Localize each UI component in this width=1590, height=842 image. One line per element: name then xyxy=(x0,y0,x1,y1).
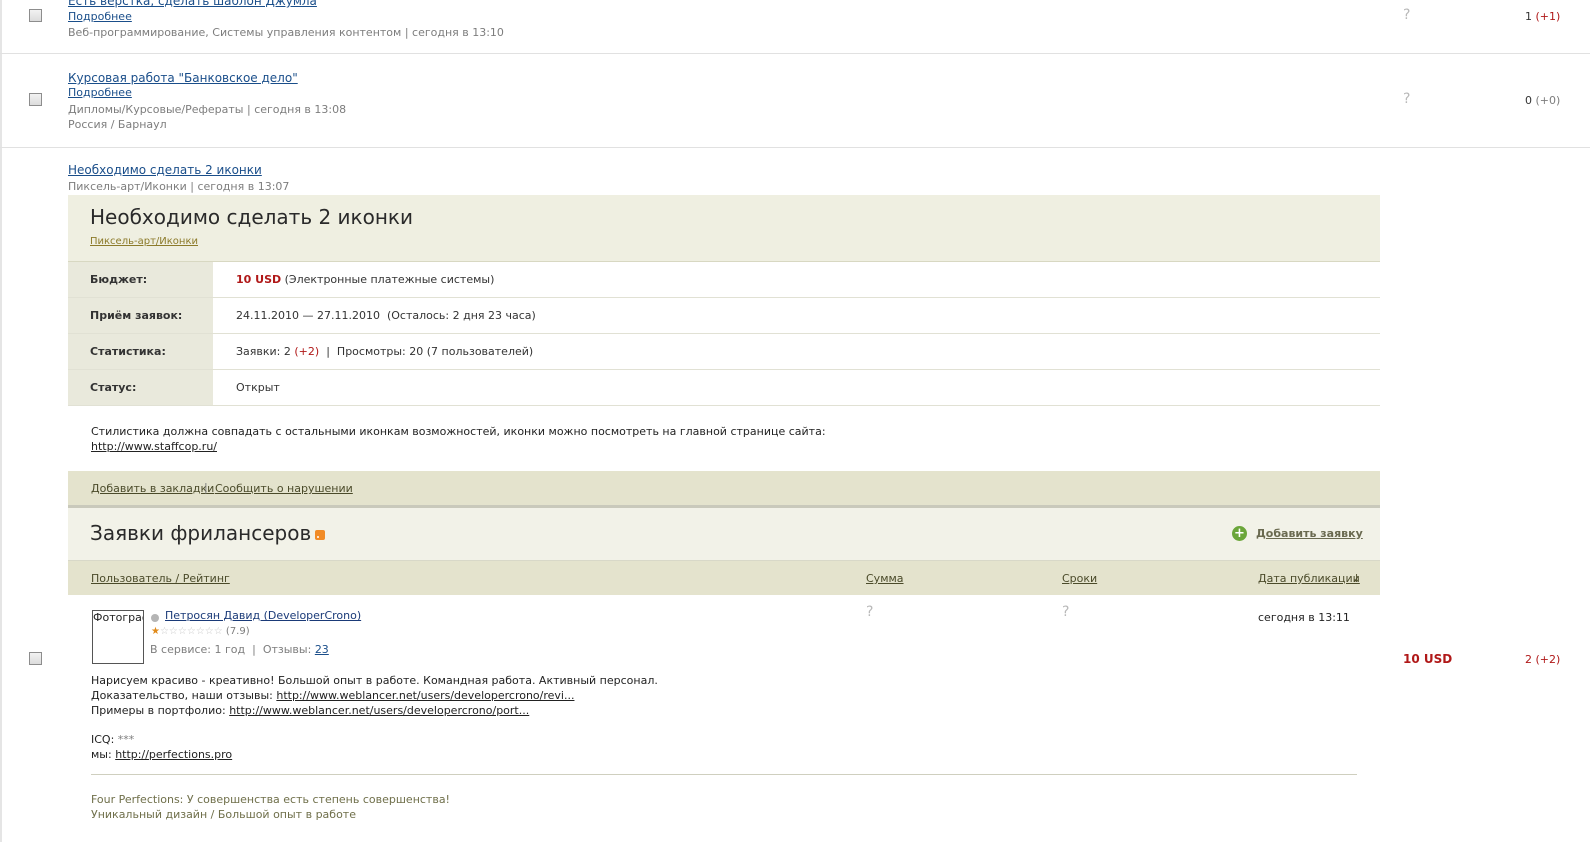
project-meta: Дипломы/Курсовые/Рефераты | сегодня в 13… xyxy=(68,103,347,116)
column-date[interactable]: Дата публикации xyxy=(1258,572,1360,585)
add-application-link[interactable]: Добавить заявку xyxy=(1256,527,1363,540)
status-label: Статус: xyxy=(90,381,137,394)
project-location: Россия / Барнаул xyxy=(68,118,167,131)
application-text-line: Примеры в портфолио: http://www.weblance… xyxy=(91,704,530,717)
bid-count-delta: (+1) xyxy=(1535,10,1561,23)
project-site-link[interactable]: http://www.staffcop.ru/ xyxy=(91,440,217,453)
applications-header: Заявки фрилансеров + Добавить заявку xyxy=(68,508,1380,561)
report-link[interactable]: Сообщить о нарушении xyxy=(215,482,353,495)
rss-icon[interactable] xyxy=(315,529,326,540)
bid-count-delta: (+0) xyxy=(1535,94,1561,107)
project-title-link[interactable]: Есть верстка, сделать шаблон Джумла xyxy=(68,0,317,8)
icq-line: ICQ: *** xyxy=(91,733,135,746)
avatar[interactable]: Фотограф xyxy=(92,610,144,664)
row-divider xyxy=(0,147,1590,148)
accept-label: Приём заявок: xyxy=(90,309,183,322)
applications-columns: Пользователь / Рейтинг Сумма Сроки Дата … xyxy=(68,561,1380,595)
budget-row: Бюджет: 10 USD (Электронные платежные си… xyxy=(68,262,1380,298)
project-meta: Веб-программирование, Системы управления… xyxy=(68,26,504,39)
sort-arrow-icon[interactable]: ↓ xyxy=(1352,572,1361,585)
bid-count: 2 (+2) xyxy=(1525,653,1560,666)
stats-label: Статистика: xyxy=(90,345,166,358)
applications-title: Заявки фрилансеров xyxy=(90,521,326,545)
application-date: сегодня в 13:11 xyxy=(1258,611,1350,624)
portfolio-url-link[interactable]: http://www.weblancer.net/users/developer… xyxy=(229,704,529,717)
more-link[interactable]: Подробнее xyxy=(68,86,132,99)
bid-count-main: 0 xyxy=(1525,94,1532,107)
status-value: Открыт xyxy=(236,381,280,394)
add-icon[interactable]: + xyxy=(1232,526,1247,541)
reviews-url-link[interactable]: http://www.weblancer.net/users/developer… xyxy=(276,689,574,702)
column-user-rating[interactable]: Пользователь / Рейтинг xyxy=(91,572,230,585)
project-budget-summary: 10 USD xyxy=(1403,652,1453,666)
signature-divider xyxy=(91,774,1357,775)
rating-value: (7.9) xyxy=(225,626,250,637)
term-question-icon: ? xyxy=(1062,604,1070,620)
accept-row: Приём заявок: 24.11.2010 — 27.11.2010 (О… xyxy=(68,298,1380,334)
project-title-link[interactable]: Курсовая работа "Банковское дело" xyxy=(68,71,298,85)
application-text-line: Доказательство, наши отзывы: http://www.… xyxy=(91,689,575,702)
page-left-border xyxy=(0,0,2,842)
project-description: Стилистика должна совпадать с остальными… xyxy=(91,425,826,438)
sum-question-icon: ? xyxy=(866,604,874,620)
site-url-link[interactable]: http://perfections.pro xyxy=(115,748,232,761)
budget-note: (Электронные платежные системы) xyxy=(284,273,495,286)
question-icon: ? xyxy=(1403,91,1411,107)
signature: Four Perfections: У совершенства есть ст… xyxy=(91,792,450,822)
project-title-link[interactable]: Необходимо сделать 2 иконки xyxy=(68,163,262,177)
budget-amount: 10 USD xyxy=(236,273,282,286)
select-checkbox[interactable] xyxy=(29,93,42,106)
stats-views: Просмотры: 20 (7 пользователей) xyxy=(336,345,534,358)
signature-line: Уникальный дизайн / Большой опыт в работ… xyxy=(91,808,356,821)
bid-count: 1 (+1) xyxy=(1525,10,1560,23)
column-sum[interactable]: Сумма xyxy=(866,572,904,585)
application-text: Нарисуем красиво - креативно! Большой оп… xyxy=(91,673,658,762)
project-actions-bar: Добавить в закладки | Сообщить о нарушен… xyxy=(68,471,1380,508)
status-row: Статус: Открыт xyxy=(68,370,1380,406)
project-panel-title: Необходимо сделать 2 иконки xyxy=(90,205,414,229)
bookmark-link[interactable]: Добавить в закладки xyxy=(91,482,214,495)
applications-title-text: Заявки фрилансеров xyxy=(90,521,312,545)
reviews-count-link[interactable]: 23 xyxy=(315,643,329,656)
stats-value: Заявки: 2 (+2) | Просмотры: 20 (7 пользо… xyxy=(236,345,533,358)
service-time: В сервисе: 1 год xyxy=(150,643,246,656)
project-category-link[interactable]: Пиксель-арт/Иконки xyxy=(90,236,198,247)
freelancer-meta: В сервисе: 1 год | Отзывы: 23 xyxy=(150,643,329,656)
select-checkbox[interactable] xyxy=(29,9,42,22)
bid-count-main: 1 xyxy=(1525,10,1532,23)
avatar-alt-text: Фотограф xyxy=(93,611,143,624)
project-meta: Пиксель-арт/Иконки | сегодня в 13:07 xyxy=(68,180,290,193)
stats-row: Статистика: Заявки: 2 (+2) | Просмотры: … xyxy=(68,334,1380,370)
rating-stars: ★☆☆☆☆☆☆☆ (7.9) xyxy=(151,626,250,637)
online-status-icon xyxy=(151,614,159,622)
application-text-line: Нарисуем красиво - креативно! Большой оп… xyxy=(91,674,658,687)
column-term[interactable]: Сроки xyxy=(1062,572,1097,585)
accept-value: 24.11.2010 — 27.11.2010 (Осталось: 2 дня… xyxy=(236,309,536,322)
rating-star-filled-icon: ★ xyxy=(151,626,160,637)
stats-bids-delta: (+2) xyxy=(294,345,320,358)
freelancer-name-link[interactable]: Петросян Давид (DeveloperCrono) xyxy=(165,609,361,622)
rating-stars-empty-icon: ☆☆☆☆☆☆☆ xyxy=(159,626,223,637)
meta-separator: | xyxy=(252,643,256,656)
budget-value: 10 USD (Электронные платежные системы) xyxy=(236,273,494,286)
question-icon: ? xyxy=(1403,7,1411,23)
actions-separator: | xyxy=(204,481,208,494)
row-divider xyxy=(0,53,1590,54)
project-panel-header: Необходимо сделать 2 иконки Пиксель-арт/… xyxy=(68,195,1380,262)
reviews-label: Отзывы: xyxy=(262,643,312,656)
bid-count-main: 2 xyxy=(1525,653,1532,666)
bid-count-delta: (+2) xyxy=(1535,653,1561,666)
stats-separator: | xyxy=(326,345,330,358)
site-line: мы: http://perfections.pro xyxy=(91,748,233,761)
stats-bids: Заявки: 2 xyxy=(236,345,291,358)
bid-count: 0 (+0) xyxy=(1525,94,1560,107)
select-checkbox[interactable] xyxy=(29,652,42,665)
budget-label: Бюджет: xyxy=(90,273,148,286)
more-link[interactable]: Подробнее xyxy=(68,10,132,23)
signature-line: Four Perfections: У совершенства есть ст… xyxy=(91,793,450,806)
